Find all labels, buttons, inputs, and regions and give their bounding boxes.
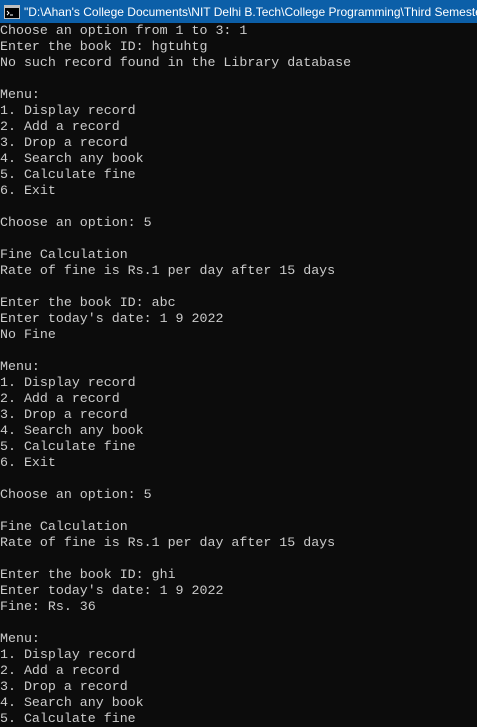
console-line: 4. Search any book xyxy=(0,151,144,166)
console-line: 3. Drop a record xyxy=(0,679,128,694)
console-line: Menu: xyxy=(0,87,40,102)
console-line: 4. Search any book xyxy=(0,423,144,438)
console-app-icon xyxy=(4,4,20,19)
console-line: 2. Add a record xyxy=(0,391,120,406)
console-line: 5. Calculate fine xyxy=(0,167,136,182)
console-line: 6. Exit xyxy=(0,455,56,470)
console-line: 2. Add a record xyxy=(0,663,120,678)
console-line: Rate of fine is Rs.1 per day after 15 da… xyxy=(0,263,336,278)
console-line: Menu: xyxy=(0,359,40,374)
console-line: Rate of fine is Rs.1 per day after 15 da… xyxy=(0,535,336,550)
console-line: Fine Calculation xyxy=(0,519,128,534)
console-line: No Fine xyxy=(0,327,56,342)
console-line: Enter the book ID: abc xyxy=(0,295,176,310)
title-bar[interactable]: "D:\Ahan's College Documents\NIT Delhi B… xyxy=(0,0,477,23)
console-line: 5. Calculate fine xyxy=(0,439,136,454)
console-line: 1. Display record xyxy=(0,647,136,662)
console-line: Enter the book ID: ghi xyxy=(0,567,176,582)
console-line: Menu: xyxy=(0,631,40,646)
console-line: Fine Calculation xyxy=(0,247,128,262)
console-line: 2. Add a record xyxy=(0,119,120,134)
console-line: 3. Drop a record xyxy=(0,135,128,150)
console-line: No such record found in the Library data… xyxy=(0,55,352,70)
console-line: Choose an option: 5 xyxy=(0,487,152,502)
console-line: Choose an option from 1 to 3: 1 xyxy=(0,23,248,38)
console-line: 1. Display record xyxy=(0,375,136,390)
console-line: 6. Exit xyxy=(0,183,56,198)
console-line: Fine: Rs. 36 xyxy=(0,599,96,614)
console-output[interactable]: Choose an option from 1 to 3: 1 Enter the… xyxy=(0,23,477,727)
console-line: 4. Search any book xyxy=(0,695,144,710)
console-line: Enter today's date: 1 9 2022 xyxy=(0,583,224,598)
console-line: 1. Display record xyxy=(0,103,136,118)
console-line: Enter the book ID: hgtuhtg xyxy=(0,39,208,54)
console-window: "D:\Ahan's College Documents\NIT Delhi B… xyxy=(0,0,477,727)
console-line: 3. Drop a record xyxy=(0,407,128,422)
console-line: 5. Calculate fine xyxy=(0,711,136,726)
window-title: "D:\Ahan's College Documents\NIT Delhi B… xyxy=(24,4,477,19)
console-line: Enter today's date: 1 9 2022 xyxy=(0,311,224,326)
console-line: Choose an option: 5 xyxy=(0,215,152,230)
